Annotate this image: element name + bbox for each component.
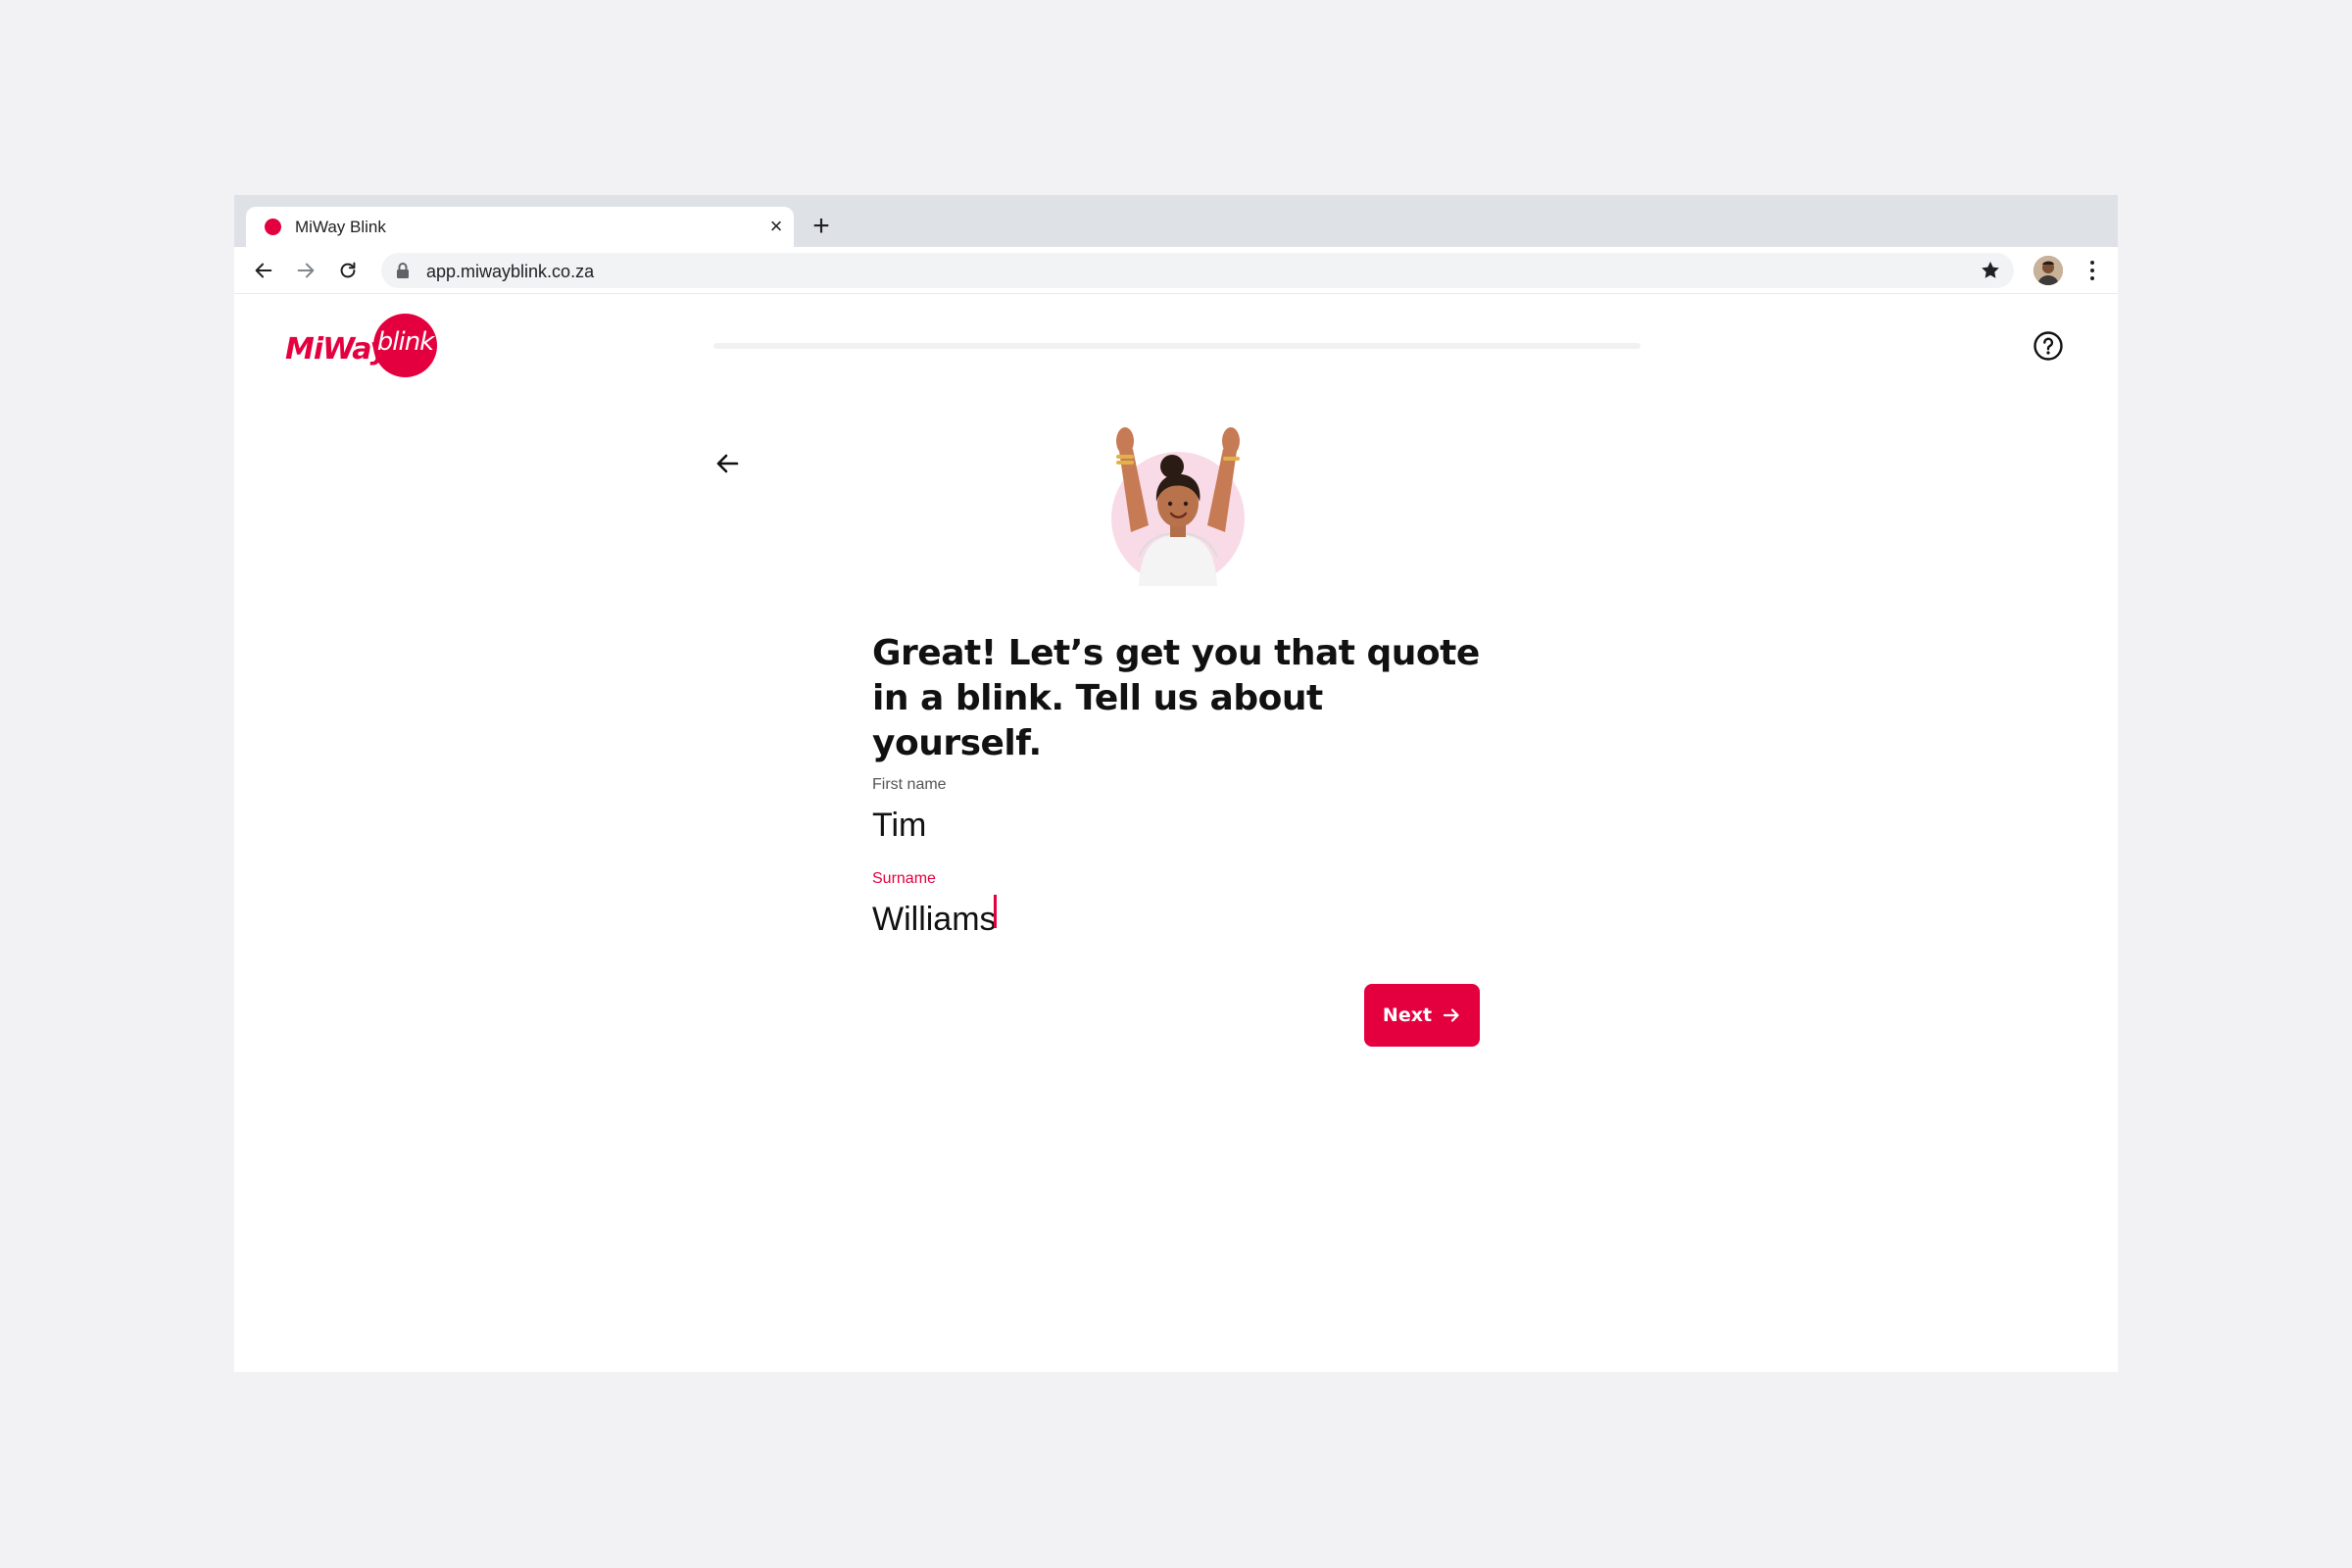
tab-close-icon[interactable]: ×: [766, 216, 786, 237]
tab-strip: MiWay Blink × +: [234, 195, 2118, 247]
page-content: MiWay blink Great! Let’s get you that qu…: [234, 295, 2118, 1372]
browser-window: MiWay Blink × + app.miwayblink.co.za MiW…: [234, 195, 2118, 1372]
tab-title: MiWay Blink: [295, 218, 386, 236]
favicon-icon: [265, 219, 281, 235]
browser-back-icon[interactable]: [248, 255, 279, 286]
next-button[interactable]: Next: [1364, 984, 1480, 1047]
surname-field[interactable]: [872, 898, 1499, 941]
next-button-label: Next: [1382, 1004, 1433, 1026]
url-text: app.miwayblink.co.za: [426, 262, 595, 281]
help-icon[interactable]: [2033, 330, 2064, 362]
browser-menu-icon[interactable]: [2081, 257, 2104, 284]
browser-forward-icon[interactable]: [290, 255, 321, 286]
first-name-field[interactable]: [872, 804, 1499, 847]
lock-icon: [397, 263, 409, 278]
arrow-right-icon: [1443, 1008, 1459, 1022]
progress-bar: [713, 343, 1641, 349]
tab-miway-blink[interactable]: MiWay Blink ×: [246, 207, 794, 247]
star-icon[interactable]: [1979, 259, 2002, 282]
logo-secondary-text: blink: [376, 327, 435, 357]
surname-label: Surname: [872, 870, 936, 887]
page-title: Great! Let’s get you that quote in a bli…: [872, 633, 1480, 763]
text-caret: [994, 895, 997, 928]
browser-toolbar: app.miwayblink.co.za: [234, 247, 2118, 294]
reload-icon[interactable]: [332, 255, 364, 286]
miway-blink-logo[interactable]: MiWay blink: [285, 313, 440, 377]
celebrating-person-illustration: [1090, 410, 1266, 586]
first-name-label: First name: [872, 776, 947, 793]
logo-circle: blink: [373, 314, 437, 377]
address-bar[interactable]: app.miwayblink.co.za: [381, 253, 2014, 288]
back-arrow-icon[interactable]: [712, 449, 742, 478]
profile-avatar[interactable]: [2034, 256, 2063, 285]
new-tab-icon[interactable]: +: [807, 212, 836, 242]
